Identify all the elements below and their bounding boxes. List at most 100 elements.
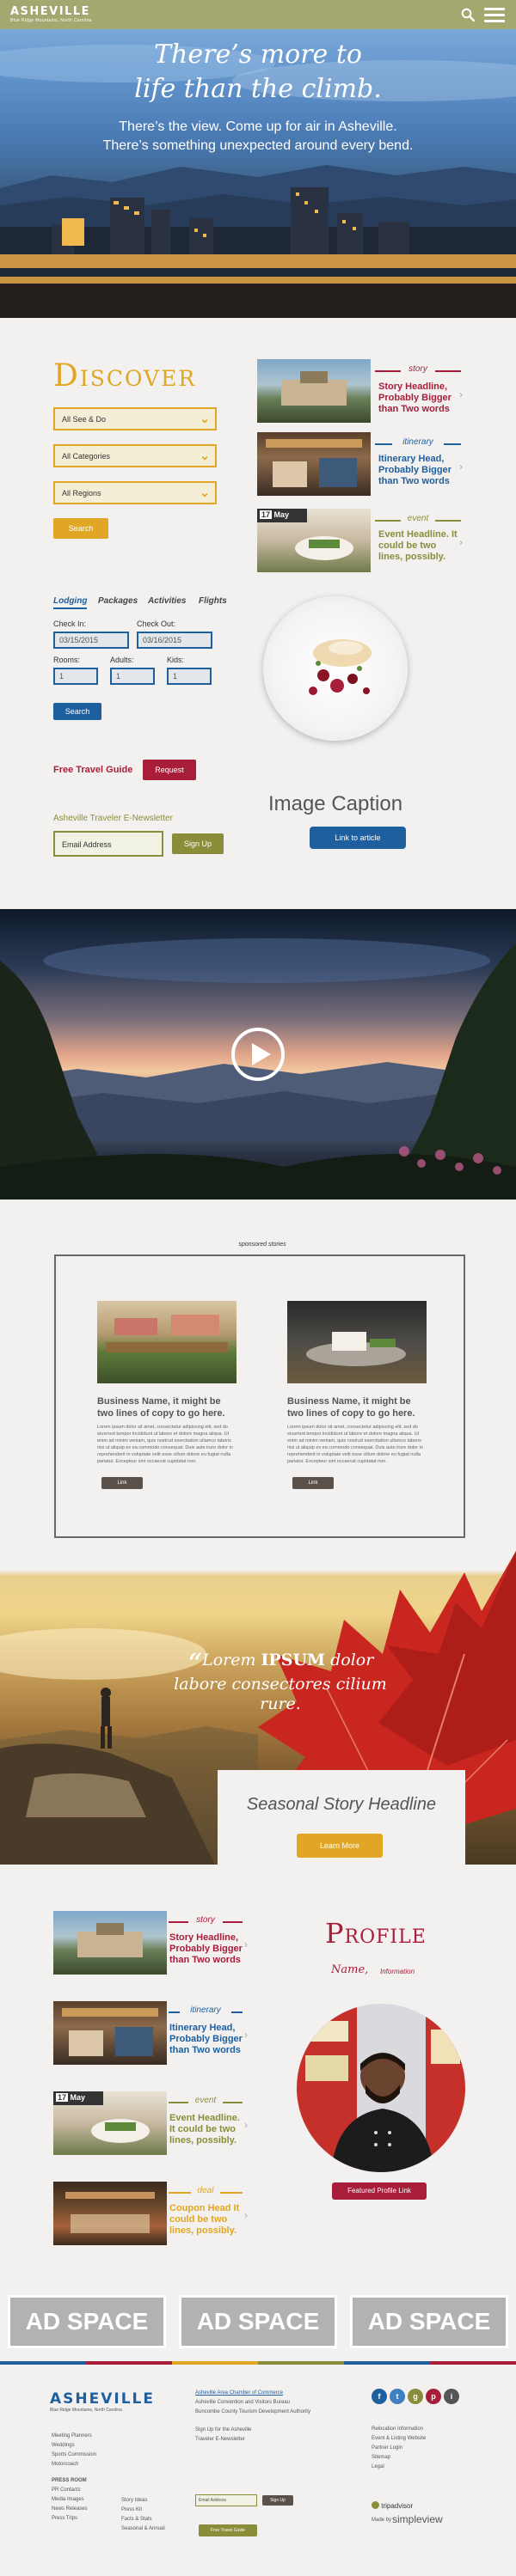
simpleview-logo[interactable]: simpleview bbox=[392, 2513, 443, 2525]
business-headline[interactable]: Business Name, it might be two lines of … bbox=[97, 1395, 239, 1419]
event-headline[interactable]: Event Headline. It could be two lines, p… bbox=[378, 529, 461, 563]
kids-input[interactable]: 1 bbox=[167, 668, 212, 685]
ad-space[interactable]: AD SPACE bbox=[179, 2295, 337, 2348]
site-logo[interactable]: ASHEVILLE bbox=[10, 5, 90, 18]
footer-link[interactable]: Asheville Convention and Visitors Bureau bbox=[195, 2398, 341, 2408]
featured-profile-link-button[interactable]: Featured Profile Link bbox=[332, 2182, 427, 2200]
footer-link[interactable]: Weddings bbox=[52, 2441, 96, 2451]
press-room-heading: PRESS ROOM bbox=[52, 2478, 87, 2483]
itinerary-image[interactable] bbox=[53, 2001, 167, 2065]
dropdown-regions[interactable]: All Regions ⌄ bbox=[53, 481, 217, 504]
footer-link[interactable]: Legal bbox=[372, 2463, 426, 2472]
profile-info: Information bbox=[380, 1968, 415, 1975]
dropdown-see-do[interactable]: All See & Do ⌄ bbox=[53, 407, 217, 430]
footer-link[interactable]: Event & Listing Website bbox=[372, 2434, 426, 2444]
footer-signup-button[interactable]: Sign Up bbox=[262, 2495, 293, 2506]
business-link-button[interactable]: Link bbox=[101, 1477, 143, 1489]
footer-link[interactable]: Press Trips bbox=[52, 2514, 96, 2524]
dropdown-categories[interactable]: All Categories ⌄ bbox=[53, 444, 217, 467]
story-headline[interactable]: Story Headline, Probably Bigger than Two… bbox=[169, 1932, 245, 1966]
itinerary-headline[interactable]: Itinerary Head, Probably Bigger than Two… bbox=[378, 454, 461, 487]
profile-avatar bbox=[297, 2004, 465, 2172]
business-description: Lorem ipsum dolor sit amet, consectetur … bbox=[287, 1425, 423, 1464]
chevron-down-icon: ⌄ bbox=[200, 449, 210, 462]
hamburger-menu-icon[interactable] bbox=[484, 8, 505, 22]
footer-link[interactable]: Motorcoach bbox=[52, 2460, 96, 2469]
facebook-icon[interactable]: f bbox=[372, 2389, 387, 2404]
footer-link[interactable]: Media Images bbox=[52, 2495, 96, 2505]
event-headline[interactable]: Event Headline. It could be two lines, p… bbox=[169, 2113, 245, 2146]
tripadvisor-logo[interactable]: tripadvisor bbox=[372, 2501, 413, 2510]
booking-search-button[interactable]: Search bbox=[53, 703, 101, 720]
deal-image[interactable] bbox=[53, 2182, 167, 2245]
footer-link[interactable]: Partner Login bbox=[372, 2444, 426, 2453]
color-stripe bbox=[0, 2361, 516, 2365]
footer-email-input[interactable]: Email Address bbox=[195, 2494, 257, 2506]
itinerary-headline[interactable]: Itinerary Head, Probably Bigger than Two… bbox=[169, 2023, 245, 2056]
chevron-right-icon[interactable]: › bbox=[459, 536, 463, 548]
discover-search-button[interactable]: Search bbox=[53, 518, 108, 539]
search-icon[interactable] bbox=[461, 8, 475, 21]
footer-link[interactable]: PR Contacts bbox=[52, 2486, 96, 2495]
footer-link[interactable]: Seasonal & Annual bbox=[121, 2524, 165, 2534]
footer-link[interactable]: Facts & Stats bbox=[121, 2515, 165, 2524]
chevron-right-icon[interactable]: › bbox=[244, 2029, 248, 2041]
category-story: story bbox=[188, 1915, 223, 1925]
footer-logo[interactable]: ASHEVILLE bbox=[50, 2390, 155, 2408]
category-itinerary: itinerary bbox=[392, 437, 444, 447]
chevron-right-icon[interactable]: › bbox=[459, 388, 463, 400]
footer-link[interactable]: Meeting Planners bbox=[52, 2432, 96, 2441]
ad-space[interactable]: AD SPACE bbox=[8, 2295, 166, 2348]
footer-link[interactable]: Story Ideas bbox=[121, 2496, 165, 2506]
business-headline[interactable]: Business Name, it might be two lines of … bbox=[287, 1395, 429, 1419]
chevron-right-icon[interactable]: › bbox=[244, 2209, 248, 2221]
footer-column-3: Asheville Area Chamber of Commerce Ashev… bbox=[195, 2389, 341, 2445]
tab-lodging[interactable]: Lodging bbox=[53, 596, 88, 609]
google-plus-icon[interactable]: g bbox=[408, 2389, 423, 2404]
seasonal-headline[interactable]: Seasonal Story Headline bbox=[218, 1795, 465, 1815]
story-image[interactable] bbox=[257, 359, 371, 423]
discover-heading: Discover bbox=[53, 358, 197, 394]
tab-flights[interactable]: Flights bbox=[199, 596, 227, 606]
story-image[interactable] bbox=[53, 1911, 167, 1975]
play-video-icon[interactable] bbox=[231, 1028, 285, 1081]
footer-link[interactable]: News Releases bbox=[52, 2505, 96, 2514]
business-image[interactable] bbox=[97, 1301, 236, 1383]
footer-link[interactable]: Press Kit bbox=[121, 2506, 165, 2515]
footer-guide-button[interactable]: Free Travel Guide bbox=[199, 2524, 257, 2536]
checkin-input[interactable]: 03/15/2015 bbox=[53, 632, 129, 649]
story-headline[interactable]: Story Headline, Probably Bigger than Two… bbox=[378, 382, 461, 415]
twitter-icon[interactable]: t bbox=[390, 2389, 405, 2404]
instagram-icon[interactable]: i bbox=[444, 2389, 459, 2404]
hero-title: There’s more to life than the climb. bbox=[134, 40, 382, 104]
link-to-article-button[interactable]: Link to article bbox=[310, 827, 406, 849]
tab-activities[interactable]: Activities bbox=[148, 596, 186, 606]
feature-food-image[interactable] bbox=[263, 596, 408, 741]
chamber-link[interactable]: Asheville Area Chamber of Commerce bbox=[195, 2389, 341, 2398]
rooms-input[interactable]: 1 bbox=[53, 668, 98, 685]
tab-packages[interactable]: Packages bbox=[98, 596, 138, 606]
chevron-right-icon[interactable]: › bbox=[244, 1938, 248, 1950]
coupon-headline[interactable]: Coupon Head It could be two lines, possi… bbox=[169, 2203, 245, 2237]
chevron-right-icon[interactable]: › bbox=[244, 2119, 248, 2131]
kids-label: Kids: bbox=[167, 656, 185, 664]
request-guide-button[interactable]: Request bbox=[143, 760, 196, 780]
footer-link[interactable]: Sitemap bbox=[372, 2453, 426, 2463]
footer-link[interactable]: Sports Commission bbox=[52, 2451, 96, 2460]
learn-more-button[interactable]: Learn More bbox=[297, 1834, 383, 1858]
itinerary-image[interactable] bbox=[257, 432, 371, 496]
adults-input[interactable]: 1 bbox=[110, 668, 155, 685]
footer-link[interactable]: Relocation Information bbox=[372, 2425, 426, 2434]
chevron-right-icon[interactable]: › bbox=[459, 461, 463, 473]
checkout-input[interactable]: 03/16/2015 bbox=[137, 632, 212, 649]
email-input[interactable]: Email Address bbox=[53, 831, 163, 857]
hero-subtitle: There’s the view. Come up for air in Ash… bbox=[102, 119, 414, 153]
ad-space[interactable]: AD SPACE bbox=[350, 2295, 508, 2348]
pinterest-icon[interactable]: p bbox=[426, 2389, 441, 2404]
newsletter-signup-button[interactable]: Sign Up bbox=[172, 833, 224, 854]
profile-name: Name, bbox=[331, 1963, 369, 1976]
category-story: story bbox=[401, 364, 435, 374]
business-link-button[interactable]: Link bbox=[292, 1477, 334, 1489]
footer-link[interactable]: Buncombe County Tourism Development Auth… bbox=[195, 2408, 341, 2417]
business-image[interactable] bbox=[287, 1301, 427, 1383]
